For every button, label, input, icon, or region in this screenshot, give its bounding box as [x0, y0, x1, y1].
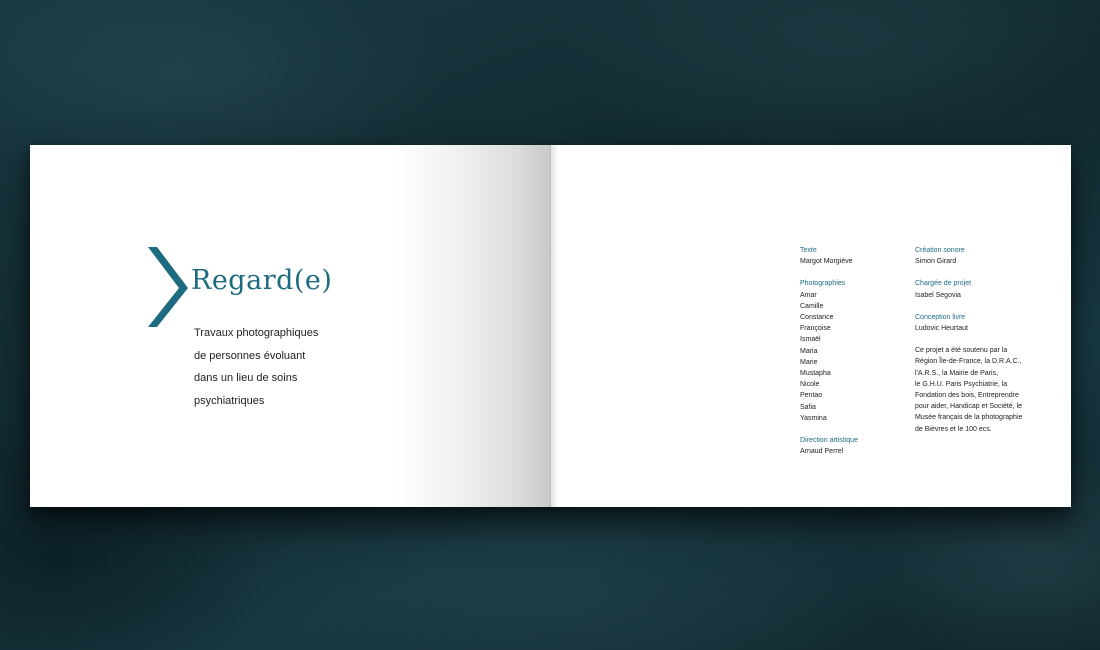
list-item: Françoise — [800, 325, 831, 333]
book-title: Regard(e) — [191, 265, 333, 296]
open-book-spread: Regard(e) Travaux photographiques de per… — [30, 145, 1071, 507]
credit-label: Conception livre — [915, 313, 966, 321]
right-page: Texte Margot Morgiève Photographies Amar… — [550, 145, 1071, 507]
list-item: Safia — [800, 403, 816, 411]
list-item: Maria — [800, 347, 818, 355]
credits-column-left: Texte Margot Morgiève Photographies Amar… — [800, 245, 908, 468]
left-page: Regard(e) Travaux photographiques de per… — [30, 145, 550, 507]
credit-direction-artistique: Direction artistique Arnaud Perrel — [800, 435, 908, 457]
credit-conception-livre: Conception livre Ludovic Heurtaut — [915, 312, 1031, 334]
credit-label: Photographies — [800, 280, 846, 288]
credit-value: Ludovic Heurtaut — [915, 325, 968, 333]
subtitle-line: psychiatriques — [194, 394, 265, 407]
list-item: Mustapha — [800, 370, 831, 378]
list-item: Amar — [800, 291, 817, 299]
support-line: de Bièvres et le 100 ecs. — [915, 425, 992, 433]
list-item: Ismaël — [800, 336, 821, 344]
book-subtitle: Travaux photographiques de personnes évo… — [194, 322, 394, 412]
credit-photographies: Photographies Amar Camille Constance Fra… — [800, 278, 908, 424]
photographers-list: Amar Camille Constance Françoise Ismaël … — [800, 290, 908, 424]
subtitle-line: dans un lieu de soins — [194, 372, 298, 384]
support-paragraph: Ce projet a été soutenu par la Région Îl… — [915, 345, 1031, 435]
credit-label: Création sonore — [915, 247, 965, 254]
list-item: Yasmina — [800, 414, 827, 422]
credit-label: Direction artistique — [800, 437, 858, 445]
chevron-right-icon — [148, 247, 188, 327]
support-line: Région Île-de-France, la D.R.A.C., — [915, 358, 1022, 366]
support-line: Fondation des bois, Entreprendre — [915, 392, 1019, 400]
list-item: Pentao — [800, 392, 823, 400]
credit-texte: Texte Margot Morgiève — [800, 245, 908, 267]
support-line: l'A.R.S., la Mairie de Paris, — [915, 369, 999, 377]
credit-value: Arnaud Perrel — [800, 448, 844, 456]
support-line: Musée français de la photographie — [915, 414, 1023, 422]
credit-value: Margot Morgiève — [800, 258, 853, 266]
credit-value: Isabel Segovia — [915, 291, 961, 299]
list-item: Camille — [800, 302, 824, 310]
subtitle-line: de personnes évoluant — [194, 349, 306, 362]
credit-label: Texte — [800, 247, 817, 254]
list-item: Constance — [800, 314, 834, 322]
credit-value: Simon Girard — [915, 258, 957, 266]
support-line: le G.H.U. Paris Psychiatrie, la — [915, 380, 1008, 388]
support-line: Ce projet a été soutenu par la — [915, 347, 1008, 355]
credit-chargee-de-projet: Chargée de projet Isabel Segovia — [915, 278, 1031, 300]
credit-label: Chargée de projet — [915, 280, 972, 288]
list-item: Nicole — [800, 381, 820, 389]
subtitle-line: Travaux photographiques — [194, 327, 319, 339]
credit-creation-sonore: Création sonore Simon Girard — [915, 245, 1031, 267]
support-line: pour aider, Handicap et Société, le — [915, 403, 1023, 411]
list-item: Marie — [800, 358, 818, 366]
credits-column-right: Création sonore Simon Girard Chargée de … — [915, 245, 1031, 435]
